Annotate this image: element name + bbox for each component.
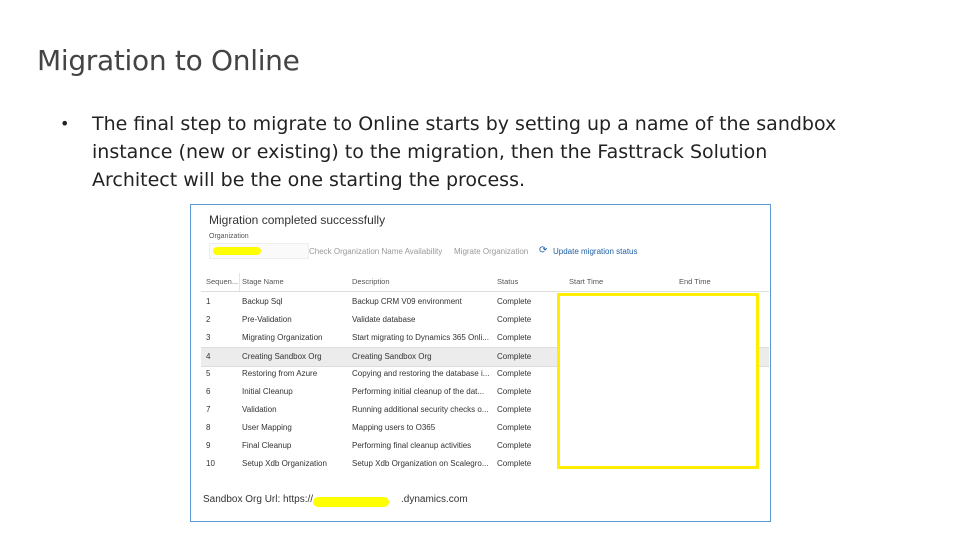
stage-name-cell: Backup Sql [242, 297, 283, 306]
sequence-cell: 3 [206, 333, 211, 342]
description-cell: Copying and restoring the database i... [352, 369, 490, 378]
slide-title: Migration to Online [37, 44, 300, 77]
description-cell: Backup CRM V09 environment [352, 297, 462, 306]
column-header-start-time[interactable]: Start Time [569, 277, 677, 286]
description-cell: Performing final cleanup activities [352, 441, 472, 450]
redaction-mark [313, 497, 389, 507]
description-cell: Running additional security checks o... [352, 405, 489, 414]
sequence-cell: 7 [206, 405, 211, 414]
check-name-availability-button[interactable]: Check Organization Name Availability [309, 247, 442, 256]
description-cell: Creating Sandbox Org [352, 352, 432, 361]
highlight-box [557, 293, 759, 469]
stage-name-cell: Setup Xdb Organization [242, 459, 327, 468]
migrate-organization-button[interactable]: Migrate Organization [454, 247, 528, 256]
description-cell: Setup Xdb Organization on Scalegro... [352, 459, 489, 468]
stage-name-cell: Final Cleanup [242, 441, 292, 450]
migration-screenshot: Migration completed successfully Organiz… [190, 204, 771, 522]
table-header: Sequen... Stage Name Description Status … [201, 273, 769, 292]
redaction-mark [213, 247, 261, 255]
column-header-end-time[interactable]: End Time [679, 277, 767, 286]
column-header-stage-name[interactable]: Stage Name [242, 277, 350, 286]
sandbox-url-suffix: .dynamics.com [401, 494, 468, 505]
description-cell: Performing initial cleanup of the dat... [352, 387, 485, 396]
sequence-cell: 2 [206, 315, 211, 324]
column-header-sequence[interactable]: Sequen... [206, 277, 240, 286]
bullet-text: The final step to migrate to Online star… [92, 113, 837, 191]
sequence-cell: 5 [206, 369, 211, 378]
bullet-icon: • [60, 114, 70, 133]
column-header-status[interactable]: Status [497, 277, 567, 286]
stage-name-cell: Pre-Validation [242, 315, 292, 324]
sequence-cell: 10 [206, 459, 215, 468]
column-header-description[interactable]: Description [352, 277, 495, 286]
refresh-icon[interactable]: ⟳ [539, 245, 547, 256]
update-migration-status-button[interactable]: Update migration status [553, 247, 638, 256]
sandbox-url-prefix: Sandbox Org Url: https:// [203, 494, 314, 505]
description-cell: Mapping users to O365 [352, 423, 436, 432]
stage-name-cell: User Mapping [242, 423, 292, 432]
sequence-cell: 8 [206, 423, 211, 432]
organization-label: Organization [209, 233, 249, 240]
sequence-cell: 1 [206, 297, 211, 306]
column-divider[interactable] [239, 273, 240, 291]
stage-name-cell: Creating Sandbox Org [242, 352, 322, 361]
stage-name-cell: Restoring from Azure [242, 369, 318, 378]
sequence-cell: 6 [206, 387, 211, 396]
description-cell: Validate database [352, 315, 416, 324]
migration-status-title: Migration completed successfully [209, 213, 386, 227]
description-cell: Start migrating to Dynamics 365 Onli... [352, 333, 489, 342]
stage-name-cell: Migrating Organization [242, 333, 323, 342]
stage-name-cell: Initial Cleanup [242, 387, 293, 396]
sequence-cell: 9 [206, 441, 211, 450]
stage-name-cell: Validation [242, 405, 277, 414]
sequence-cell: 4 [206, 352, 211, 361]
